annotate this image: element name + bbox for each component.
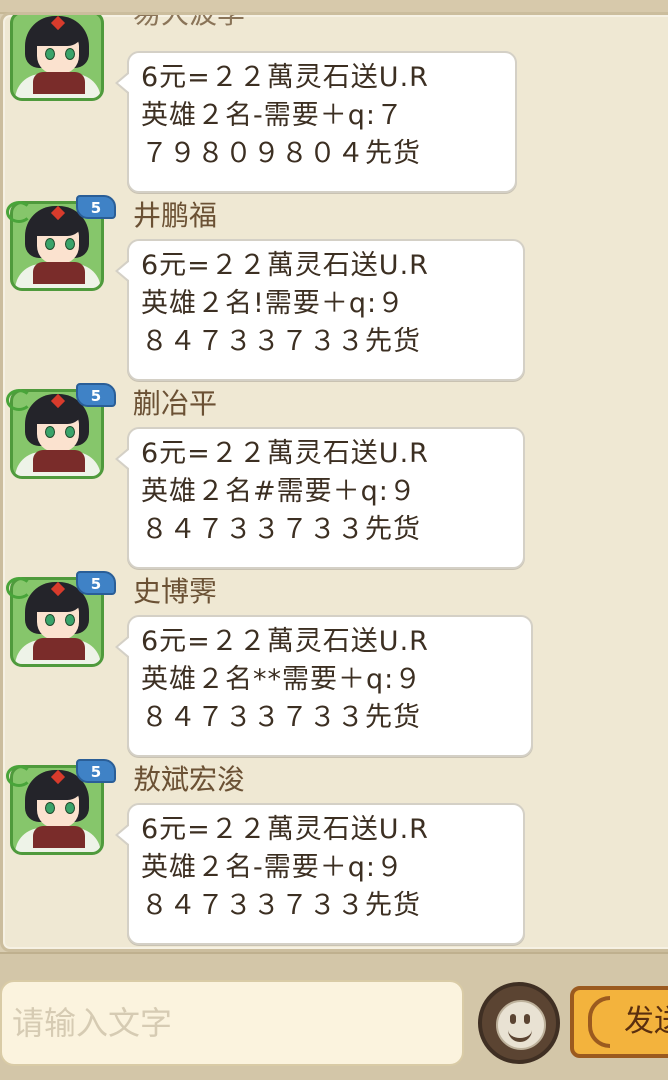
message-line: 6元=２２萬灵石送U.R: [141, 814, 429, 845]
message-line: 6元=２２萬灵石送U.R: [141, 250, 429, 281]
bubble-tail: [115, 71, 130, 95]
message-line: 英雄２名-需要＋q:７: [141, 100, 404, 131]
message-line: 6元=２２萬灵石送U.R: [141, 62, 429, 93]
send-button-label: 发送: [624, 1004, 668, 1039]
message-bubble: 6元=２２萬灵石送U.R 英雄２名#需要＋q:９ ８４７３３７３３先货: [115, 427, 525, 569]
message-line: 英雄２名#需要＋q:９: [141, 476, 417, 507]
avatar[interactable]: [10, 15, 106, 103]
smiley-face-icon: [496, 1000, 546, 1050]
sender-name: 蒯冶平: [133, 387, 218, 420]
message-line: ８４７３３７３３先货: [141, 890, 421, 921]
sender-name: 井鹏福: [133, 199, 218, 232]
message-line: 6元=２２萬灵石送U.R: [141, 438, 429, 469]
level-badge: 5: [76, 383, 116, 407]
message-line: ８４７３３７３３先货: [141, 702, 421, 733]
avatar[interactable]: 5: [6, 571, 116, 669]
send-ornament-icon: [588, 996, 610, 1048]
swirl-ornament-icon: [6, 765, 32, 787]
message-line: 英雄２名-需要＋q:９: [141, 852, 404, 883]
level-badge: 5: [76, 759, 116, 783]
level-badge: 5: [76, 195, 116, 219]
chat-text-input[interactable]: [0, 980, 464, 1066]
bubble-tail: [115, 823, 130, 847]
message-bubble: 6元=２２萬灵石送U.R 英雄２名-需要＋q:９ ８４７３３７３３先货: [115, 803, 525, 945]
send-button[interactable]: 发送: [570, 986, 668, 1058]
avatar-frame: [10, 15, 104, 101]
message-line: ８４７３３７３３先货: [141, 326, 421, 357]
emoji-button[interactable]: [478, 982, 560, 1064]
sender-name-partial: 易大波李: [133, 12, 246, 30]
message-line: ８４７３３７３３先货: [141, 514, 421, 545]
sender-name: 史博霁: [133, 575, 218, 608]
bubble-tail: [115, 259, 130, 283]
chat-message-list[interactable]: 易大波李 6元=２２萬灵石送U.R 英雄２名-需要＋q:７ ７９８０９８０４先货…: [0, 12, 668, 952]
message-line: 英雄２名**需要＋q:９: [141, 664, 423, 695]
swirl-ornament-icon: [6, 577, 32, 599]
avatar[interactable]: 5: [6, 195, 116, 293]
avatar[interactable]: 5: [6, 759, 116, 857]
level-badge: 5: [76, 571, 116, 595]
message-line: 6元=２２萬灵石送U.R: [141, 626, 429, 657]
message-line: 英雄２名!需要＋q:９: [141, 288, 406, 319]
sender-name: 敖斌宏浚: [133, 763, 246, 796]
bubble-tail: [115, 635, 130, 659]
message-bubble: 6元=２２萬灵石送U.R 英雄２名!需要＋q:９ ８４７３３７３３先货: [115, 239, 525, 381]
avatar[interactable]: 5: [6, 383, 116, 481]
swirl-ornament-icon: [6, 389, 32, 411]
bubble-tail: [115, 447, 130, 471]
swirl-ornament-icon: [6, 201, 32, 223]
message-bubble: 6元=２２萬灵石送U.R 英雄２名-需要＋q:７ ７９８０９８０４先货: [115, 51, 517, 193]
message-line: ７９８０９８０４先货: [141, 138, 421, 169]
message-bubble: 6元=２２萬灵石送U.R 英雄２名**需要＋q:９ ８４７３３７３３先货: [115, 615, 533, 757]
